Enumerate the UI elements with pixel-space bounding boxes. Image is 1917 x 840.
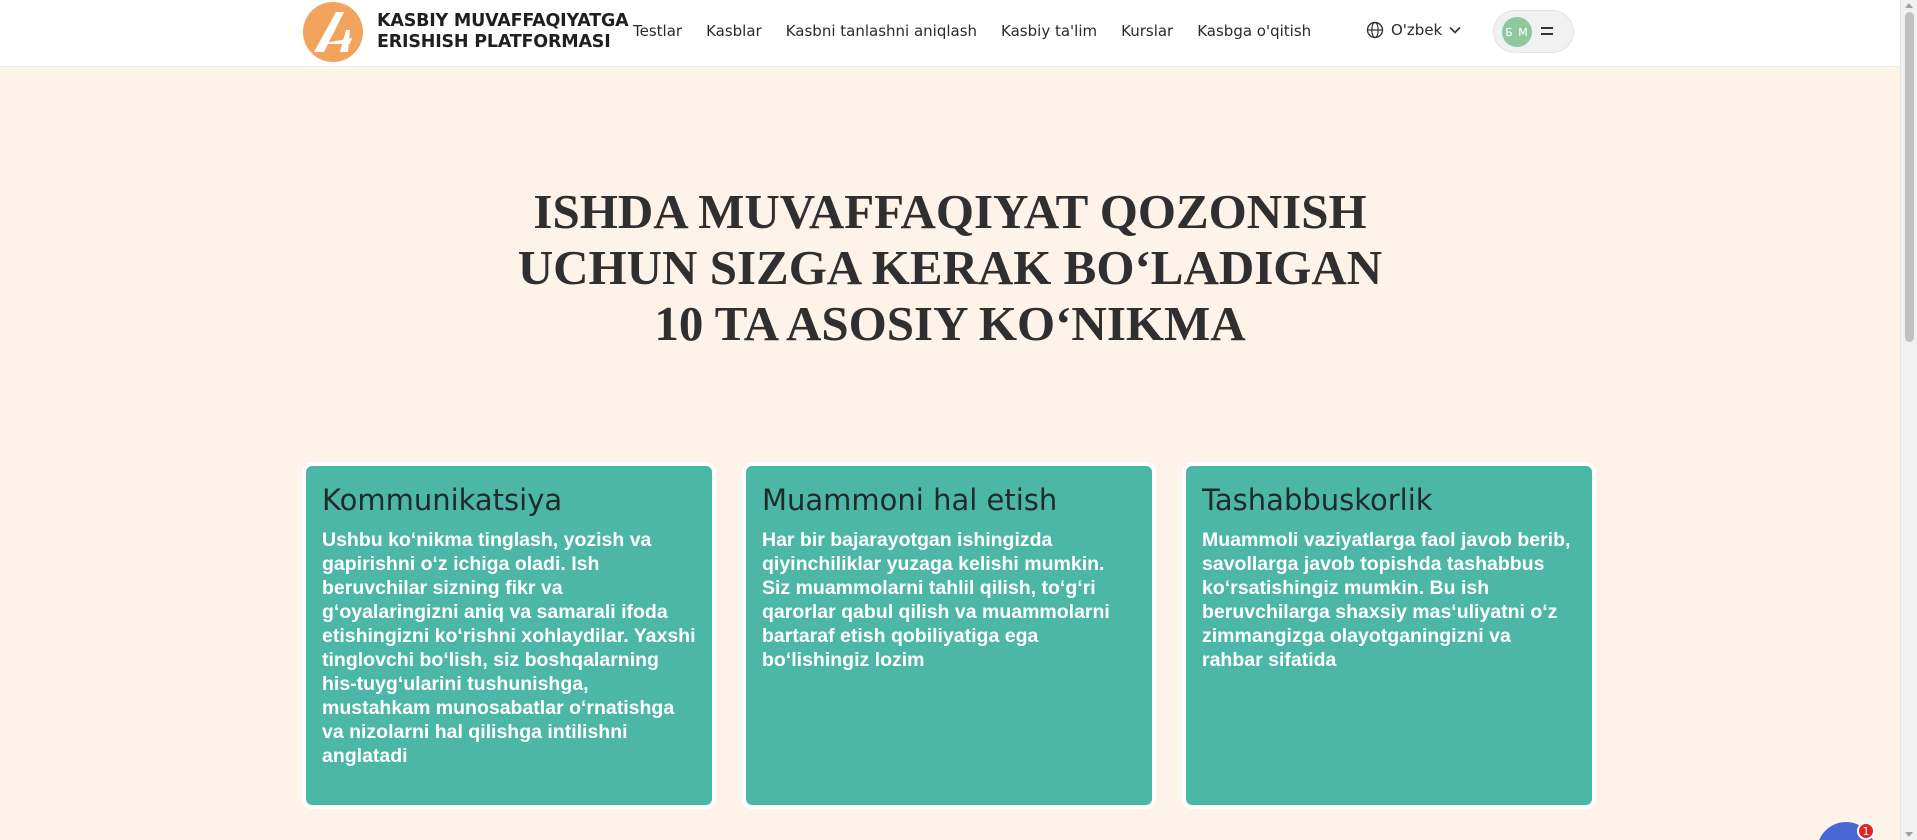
avatar: Б М — [1502, 17, 1532, 47]
skill-card: Tashabbuskorlik Muammoli vaziyatlarga fa… — [1182, 462, 1596, 809]
card-title: Muammoni hal etish — [762, 483, 1058, 517]
skill-card: Kommunikatsiya Ushbu koʻnikma tinglash, … — [302, 462, 716, 809]
page-title-line3: 10 TA ASOSIY KOʻNIKMA — [654, 296, 1246, 351]
page-scrollbar[interactable] — [1900, 0, 1917, 840]
card-title: Kommunikatsiya — [322, 483, 563, 517]
main-nav: Testlar Kasblar Kasbni tanlashni aniqlas… — [633, 22, 1335, 40]
language-label: O'zbek — [1391, 21, 1443, 39]
nav-kurslar[interactable]: Kurslar — [1121, 22, 1173, 40]
nav-testlar[interactable]: Testlar — [633, 22, 682, 40]
menu-icon — [1541, 27, 1553, 37]
language-selector[interactable]: O'zbek — [1366, 21, 1461, 39]
page-title-line1: ISHDA MUVAFFAQIYAT QOZONISH — [533, 184, 1367, 239]
site-header: KASBIY MUVAFFAQIYATGA ERISHISH PLATFORMA… — [0, 0, 1900, 67]
nav-kasbni-tanlash[interactable]: Kasbni tanlashni aniqlash — [786, 22, 977, 40]
brand-line2: ERISHISH PLATFORMASI — [377, 32, 611, 52]
brand-line1: KASBIY MUVAFFAQIYATGA — [377, 11, 629, 31]
page-title: ISHDA MUVAFFAQIYAT QOZONISH UCHUN SIZGA … — [450, 184, 1450, 352]
card-text: Muammoli vaziyatlarga faol javob berib, … — [1202, 529, 1571, 671]
scroll-up-icon[interactable] — [1905, 3, 1913, 8]
scroll-down-icon[interactable] — [1905, 832, 1913, 837]
brand-name[interactable]: KASBIY MUVAFFAQIYATGA ERISHISH PLATFORMA… — [377, 11, 629, 53]
card-title: Tashabbuskorlik — [1202, 483, 1433, 517]
scroll-thumb[interactable] — [1905, 12, 1914, 342]
page-title-line2: UCHUN SIZGA KERAK BOʻLADIGAN — [517, 240, 1383, 295]
nav-kasbga-oqitish[interactable]: Kasbga o'qitish — [1197, 22, 1311, 40]
user-menu-button[interactable]: Б М — [1493, 10, 1574, 53]
skill-card: Muammoni hal etish Har bir bajarayotgan … — [742, 462, 1156, 809]
globe-icon — [1366, 21, 1384, 39]
nav-kasbiy-talim[interactable]: Kasbiy ta'lim — [1001, 22, 1097, 40]
card-text: Har bir bajarayotgan ishingizda qiyinchi… — [762, 529, 1110, 671]
chat-notification-badge: 1 — [1857, 822, 1875, 840]
chevron-down-icon — [1449, 26, 1461, 34]
logo-icon[interactable] — [300, 0, 366, 64]
card-text: Ushbu koʻnikma tinglash, yozish va gapir… — [322, 529, 696, 767]
nav-kasblar[interactable]: Kasblar — [706, 22, 762, 40]
